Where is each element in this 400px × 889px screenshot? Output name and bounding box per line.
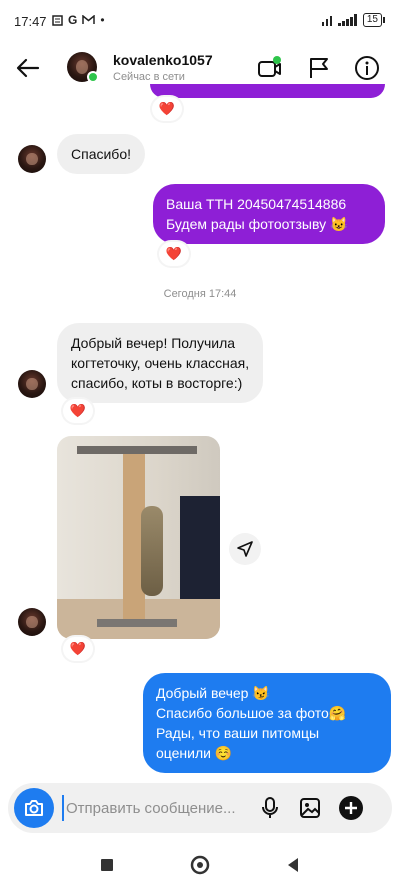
google-icon: G [68, 13, 78, 27]
share-button[interactable] [229, 533, 261, 565]
back-nav-button[interactable] [282, 854, 304, 876]
outgoing-message-partial [150, 84, 385, 98]
message-line: Ваша ТТН 20450474514886 [166, 196, 347, 212]
message-line: Рады, что ваши питомцы [156, 725, 320, 741]
more-options-button[interactable] [337, 794, 365, 822]
message-line: Добрый вечер 😼 [156, 685, 270, 701]
message-text: Спасибо! [71, 146, 131, 162]
username[interactable]: kovalenko1057 [113, 52, 213, 68]
incoming-message[interactable]: Добрый вечер! Получила когтеточку, очень… [57, 323, 264, 403]
info-icon[interactable] [353, 54, 381, 82]
notification-icon [52, 14, 63, 26]
message-line: Спасибо большое за фото🤗 [156, 705, 347, 721]
camera-button[interactable] [14, 788, 54, 828]
outgoing-message[interactable]: Добрый вечер 😼 Спасибо большое за фото🤗 … [143, 673, 391, 773]
arrow-left-icon[interactable] [14, 54, 42, 82]
camera-icon [25, 800, 43, 816]
avatar[interactable] [18, 608, 46, 636]
message-input[interactable] [62, 795, 252, 821]
video-camera-icon[interactable] [255, 54, 283, 82]
outgoing-message[interactable]: Ваша ТТН 20450474514886 Будем рады фотоо… [153, 184, 385, 244]
system-nav-bar [0, 840, 400, 889]
cat-image [141, 506, 163, 596]
home-button[interactable] [189, 854, 211, 876]
message-line: Добрый вечер! Получила [71, 335, 236, 351]
recent-apps-button[interactable] [96, 854, 118, 876]
gallery-button[interactable] [296, 794, 324, 822]
flag-icon[interactable] [305, 54, 333, 82]
message-line: Будем рады фотоотзыву 😺 [166, 216, 348, 232]
message-line: спасибо, коты в восторге:) [71, 375, 243, 391]
incoming-message[interactable]: Спасибо! [57, 134, 145, 174]
battery-icon: 15 [362, 13, 386, 27]
message-composer [8, 783, 392, 833]
timestamp: Сегодня 17:44 [163, 288, 237, 300]
microphone-icon [262, 797, 278, 818]
send-icon [237, 541, 253, 557]
status-notification-icons: G • [52, 13, 105, 27]
online-indicator [87, 71, 99, 83]
plus-circle-icon [339, 796, 363, 820]
microphone-button[interactable] [256, 794, 284, 822]
triangle-back-icon [288, 858, 298, 872]
avatar[interactable] [18, 370, 46, 398]
heart-reaction[interactable]: ❤️ [152, 97, 182, 121]
user-status: Сейчас в сети [113, 71, 185, 83]
status-bar: 17:47 G • 15 [0, 0, 400, 40]
more-dot-icon: • [100, 13, 105, 27]
gmail-icon [82, 15, 96, 24]
photo-message[interactable] [57, 436, 220, 639]
circle-icon [190, 855, 210, 875]
cell-signal-icon [337, 14, 357, 26]
heart-reaction[interactable]: ❤️ [63, 399, 93, 423]
image-icon [300, 798, 320, 818]
avatar[interactable] [18, 145, 46, 173]
heart-reaction[interactable]: ❤️ [159, 242, 189, 266]
message-line: оценили ☺️ [156, 745, 233, 761]
status-time: 17:47 [14, 14, 47, 29]
wifi-signal-icon [321, 16, 332, 26]
heart-reaction[interactable]: ❤️ [63, 637, 93, 661]
status-system-icons: 15 [321, 13, 386, 27]
square-icon [101, 859, 113, 871]
message-line: когтеточку, очень классная, [71, 355, 250, 371]
